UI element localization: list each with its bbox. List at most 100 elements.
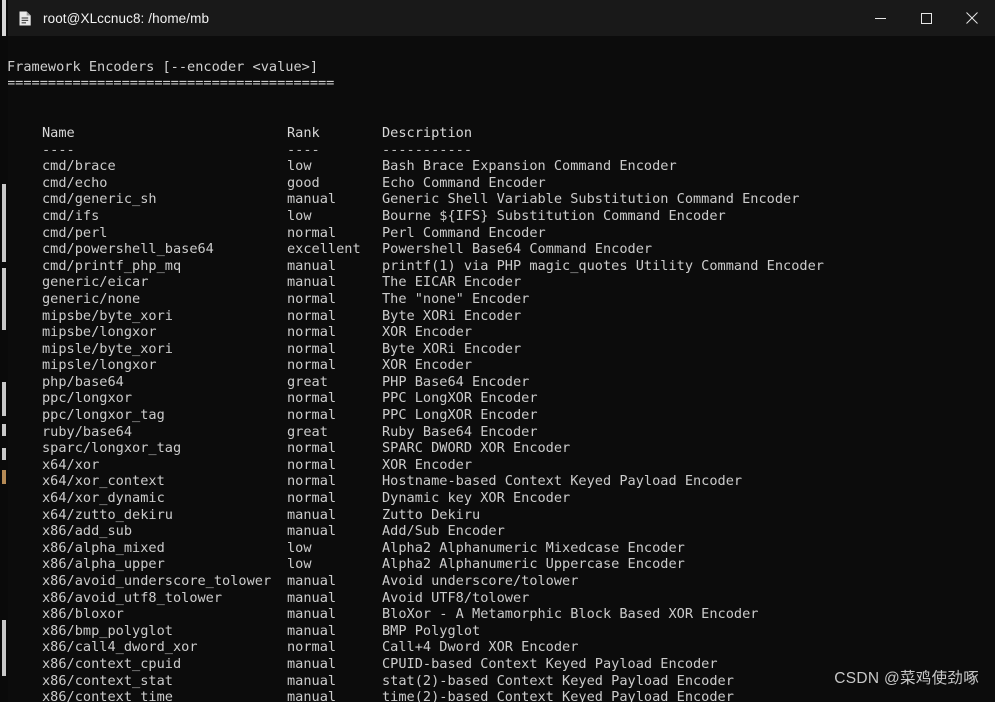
table-row: x86/context_time manual time(2)-based Cont… (8, 689, 995, 702)
cell-name: mipsle/longxor (42, 357, 157, 374)
cell-name: cmd/powershell_base64 (42, 241, 214, 258)
cell-name: cmd/generic_sh (42, 191, 157, 208)
cell-rank: normal (287, 639, 337, 656)
background-window-sliver (2, 620, 6, 676)
cell-description: PPC LongXOR Encoder (382, 407, 538, 424)
terminal-output-area[interactable]: Framework Encoders [--encoder <value>] =… (8, 36, 995, 702)
cell-name: x86/avoid_underscore_tolower (42, 573, 272, 589)
cell-name: php/base64 (42, 373, 124, 390)
cell-description: BloXor - A Metamorphic Block Based XOR E… (382, 606, 759, 623)
cell-name: x64/zutto_dekiru (42, 506, 173, 523)
table-row: x64/xor_context normal Hostname-based Cont… (8, 473, 995, 490)
column-underline-rank: ---- (287, 141, 320, 158)
terminal-document-icon (17, 10, 34, 27)
cell-name: cmd/printf_php_mq (42, 257, 182, 274)
table-header-row: Name Rank Description (8, 125, 995, 142)
table-row: mipsle/byte_xori normal Byte XORi Encoder (8, 341, 995, 358)
cell-description: Perl Command Encoder (382, 224, 546, 241)
cell-name: x86/alpha_upper (42, 556, 165, 573)
background-window-sliver (2, 470, 6, 484)
cell-rank: normal (287, 456, 337, 473)
column-header-description: Description (382, 124, 473, 141)
cell-rank: normal (287, 224, 337, 241)
cell-rank: manual (287, 257, 337, 274)
cell-rank: manual (287, 573, 337, 589)
column-underline-name: ---- (42, 141, 75, 158)
cell-rank: normal (287, 307, 337, 324)
table-row: x64/xor_dynamic normal Dynamic key XOR Enc… (8, 490, 995, 507)
window-controls (857, 0, 995, 36)
table-row: ppc/longxor_tag normal PPC LongXOR Encoder (8, 407, 995, 424)
table-row: x86/avoid_underscore_tolower manual Avoid … (8, 573, 995, 590)
cell-rank: manual (287, 606, 337, 623)
cell-rank: manual (287, 506, 337, 523)
cell-description: Generic Shell Variable Substitution Comm… (382, 191, 800, 208)
background-window-sliver (2, 424, 6, 436)
table-row: x86/bmp_polyglot manual BMP Polyglot (8, 623, 995, 640)
cell-rank: normal (287, 290, 337, 307)
cell-description: The "none" Encoder (382, 290, 530, 307)
table-row: x86/call4_dword_xor normal Call+4 Dword XO… (8, 639, 995, 656)
table-row: cmd/printf_php_mq manual printf(1) via PHP… (8, 258, 995, 275)
cell-name: generic/eicar (42, 274, 149, 291)
cell-description: SPARC DWORD XOR Encoder (382, 440, 571, 457)
background-window-sliver (2, 184, 6, 262)
screen-root: root@XLccnuc8: /home/mb Framework Encode… (0, 0, 995, 702)
cell-name: mipsbe/byte_xori (42, 307, 173, 324)
minimize-button[interactable] (857, 0, 903, 36)
background-window-edge (0, 0, 8, 702)
maximize-button[interactable] (903, 0, 949, 36)
cell-description: Add/Sub Encoder (382, 523, 505, 540)
cell-name: generic/none (42, 290, 141, 307)
cell-description: Alpha2 Alphanumeric Mixedcase Encoder (382, 539, 685, 556)
cell-description: Call+4 Dword XOR Encoder (382, 639, 579, 656)
close-button[interactable] (949, 0, 995, 36)
encoder-table-body: cmd/brace low Bash Brace Expansion Command… (8, 158, 995, 702)
cell-rank: normal (287, 390, 337, 407)
cell-rank: manual (287, 191, 337, 208)
table-row: ppc/longxor normal PPC LongXOR Encoder (8, 390, 995, 407)
cell-description: Powershell Base64 Command Encoder (382, 241, 653, 258)
cell-name: cmd/ifs (42, 207, 100, 224)
table-row: cmd/brace low Bash Brace Expansion Command… (8, 158, 995, 175)
title-bar-left: root@XLccnuc8: /home/mb (8, 10, 209, 27)
table-row: cmd/echo good Echo Command Encoder (8, 175, 995, 192)
cell-description: XOR Encoder (382, 456, 473, 473)
cell-description: Alpha2 Alphanumeric Uppercase Encoder (382, 556, 685, 573)
cell-rank: normal (287, 324, 337, 341)
cell-name: x64/xor_context (42, 473, 165, 490)
table-row: x86/add_sub manual Add/Sub Encoder (8, 523, 995, 540)
cell-name: cmd/perl (42, 224, 108, 241)
cell-rank: normal (287, 407, 337, 424)
cell-description: Ruby Base64 Encoder (382, 423, 538, 440)
title-bar[interactable]: root@XLccnuc8: /home/mb (8, 0, 995, 36)
cell-description: PPC LongXOR Encoder (382, 390, 538, 407)
cell-rank: normal (287, 473, 337, 490)
table-row: mipsbe/byte_xori normal Byte XORi Encoder (8, 308, 995, 325)
table-row: sparc/longxor_tag normal SPARC DWORD XOR E… (8, 440, 995, 457)
cell-rank: manual (287, 689, 337, 702)
cell-description: BMP Polyglot (382, 622, 481, 639)
terminal-window: root@XLccnuc8: /home/mb Framework Encode… (8, 0, 995, 702)
cell-name: x86/alpha_mixed (42, 539, 165, 556)
cell-description: Bash Brace Expansion Command Encoder (382, 158, 677, 175)
cell-description: printf(1) via PHP magic_quotes Utility C… (382, 257, 824, 274)
cell-rank: low (287, 207, 312, 224)
background-window-sliver (2, 448, 6, 460)
background-window-sliver (2, 0, 6, 36)
section-heading-rule: ======================================== (8, 75, 335, 92)
table-row: x86/bloxor manual BloXor - A Metamorphic B… (8, 606, 995, 623)
cell-rank: great (287, 423, 328, 440)
column-header-name: Name (42, 124, 75, 141)
cell-name: x86/context_time (42, 689, 173, 702)
table-row: cmd/ifs low Bourne ${IFS} Substitution Com… (8, 208, 995, 225)
cell-rank: low (287, 539, 312, 556)
cell-name: x86/bmp_polyglot (42, 622, 173, 639)
cell-description: PHP Base64 Encoder (382, 373, 530, 390)
cell-description: stat(2)-based Context Keyed Payload Enco… (382, 672, 734, 689)
cell-rank: manual (287, 589, 337, 606)
table-row: cmd/powershell_base64 excellent Powershell… (8, 241, 995, 258)
